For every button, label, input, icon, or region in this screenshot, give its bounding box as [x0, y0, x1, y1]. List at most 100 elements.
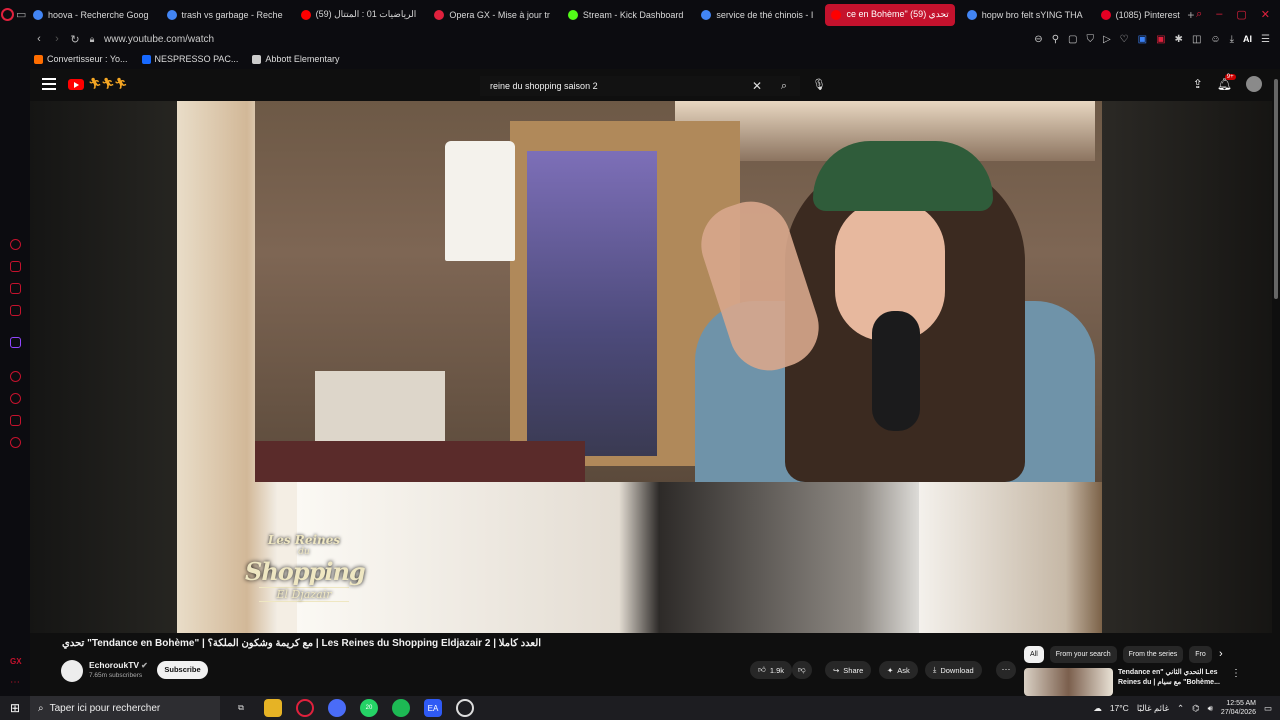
- twitch-icon[interactable]: [10, 337, 21, 348]
- tab-menu-icon[interactable]: ▭: [16, 8, 27, 21]
- package-icon[interactable]: ◫: [1192, 34, 1201, 45]
- search-icon[interactable]: ⌕: [768, 80, 800, 93]
- task-view-icon[interactable]: ⧉: [232, 699, 250, 717]
- gx-corner-icon[interactable]: [10, 261, 21, 272]
- opera-sidebar: GX ⋯: [0, 69, 30, 696]
- browser-tab[interactable]: hopw bro felt sYING THA: [961, 4, 1089, 26]
- browser-tab[interactable]: (1085) Pinterest: [1095, 4, 1186, 26]
- lock-icon[interactable]: 🔒︎: [84, 34, 100, 45]
- play-icon[interactable]: ▷: [1103, 34, 1111, 45]
- file-explorer-icon[interactable]: [264, 699, 282, 717]
- download-icon[interactable]: ⤓: [1230, 34, 1234, 45]
- scrollbar-thumb[interactable]: [1274, 79, 1278, 299]
- browser-tab[interactable]: Stream - Kick Dashboard: [562, 4, 690, 26]
- upload-icon[interactable]: ⇪: [1193, 77, 1203, 91]
- like-button[interactable]: 👍︎ 1.9k: [750, 661, 793, 679]
- heart-icon[interactable]: ♡: [1120, 34, 1129, 45]
- weather-icon[interactable]: ☁: [1093, 703, 1102, 714]
- share-button[interactable]: ↪ Share: [825, 661, 872, 679]
- taskbar-search[interactable]: ⌕ Taper ici pour rechercher: [30, 696, 220, 720]
- puzzle-icon[interactable]: ✱: [1175, 34, 1183, 45]
- subscribe-button[interactable]: Subscribe: [157, 661, 208, 679]
- messenger-icon[interactable]: [10, 305, 21, 316]
- chip-all[interactable]: All: [1024, 646, 1044, 663]
- recommended-video-title[interactable]: Tendance en" التحدي الثاني Les Reines du…: [1118, 668, 1228, 688]
- bookmark-abbott-elementary[interactable]: Abbott Elementary: [252, 54, 339, 64]
- forward-icon[interactable]: ›: [48, 33, 66, 45]
- ai-button[interactable]: AI: [1243, 34, 1252, 44]
- more-actions-button[interactable]: ⋯: [996, 661, 1016, 679]
- page-scrollbar[interactable]: [1272, 69, 1280, 696]
- browser-tab[interactable]: hoova - Recherche Goog: [27, 4, 155, 26]
- download-button[interactable]: ⤓ Download: [925, 661, 982, 679]
- back-icon[interactable]: ‹: [30, 33, 48, 45]
- shield-icon[interactable]: ⛉: [1086, 34, 1094, 45]
- ea-app-icon[interactable]: EA: [424, 699, 442, 717]
- player-icon[interactable]: [10, 283, 21, 294]
- hamburger-menu-icon[interactable]: [42, 78, 56, 90]
- video-blur-left: [30, 101, 177, 633]
- browser-tab[interactable]: service de thé chinois - I: [695, 4, 819, 26]
- settings-icon[interactable]: [10, 437, 21, 448]
- cube-icon[interactable]: [10, 415, 21, 426]
- menu-icon[interactable]: ☰: [1261, 34, 1270, 45]
- account-avatar[interactable]: [1246, 76, 1262, 92]
- channel-name[interactable]: EchoroukTV ✔: [89, 660, 148, 670]
- microphone-icon[interactable]: 🎙︎: [812, 78, 826, 91]
- volume-icon[interactable]: 🔊︎: [1208, 703, 1213, 714]
- browser-tab[interactable]: الرياضيات 01 : المتتال (59): [295, 4, 423, 26]
- recommended-video-menu-icon[interactable]: ⋮: [1231, 668, 1241, 679]
- chip-from-channel[interactable]: Fro: [1189, 646, 1212, 663]
- windows-start-icon[interactable]: ⊞: [0, 701, 30, 715]
- url-field[interactable]: www.youtube.com/watch: [104, 34, 214, 45]
- tv-extension-icon[interactable]: ▣: [1156, 34, 1165, 45]
- dislike-button[interactable]: 👎︎: [792, 661, 812, 679]
- bookmark-convertisseur[interactable]: Convertisseur : Yo...: [34, 54, 128, 64]
- youtube-doodle-icon[interactable]: 🏃︎🏃︎🏃︎: [88, 77, 128, 90]
- chip-from-your-search[interactable]: From your search: [1049, 646, 1117, 663]
- chevron-right-icon[interactable]: ›: [1219, 648, 1223, 660]
- youtube-logo-icon[interactable]: [68, 79, 84, 90]
- profile-icon[interactable]: ☺: [1210, 34, 1220, 45]
- share-icon: ↪: [833, 665, 840, 675]
- browser-tab[interactable]: ce en Bohème" تحدي (59): [825, 3, 955, 26]
- history-icon[interactable]: [10, 371, 21, 382]
- chip-from-the-series[interactable]: From the series: [1122, 646, 1184, 663]
- browser-tab[interactable]: trash vs garbage - Reche: [161, 4, 289, 26]
- browser-tab[interactable]: Opera GX - Mise à jour tr: [428, 4, 556, 26]
- notification-center-icon[interactable]: ▭: [1264, 703, 1272, 714]
- opera-gx-taskbar-icon[interactable]: [296, 699, 314, 717]
- reload-icon[interactable]: ↻: [66, 33, 84, 46]
- chrome-taskbar-icon[interactable]: [456, 699, 474, 717]
- extension-icon[interactable]: ▣: [1138, 34, 1147, 45]
- snapshot-icon[interactable]: ▢: [1068, 34, 1077, 45]
- tab-label: Stream - Kick Dashboard: [582, 9, 684, 20]
- tray-chevron-icon[interactable]: ⌃: [1177, 703, 1184, 714]
- ask-button[interactable]: ✦ Ask: [879, 661, 918, 679]
- opera-gx-logo-icon[interactable]: [0, 0, 16, 29]
- clock-icon[interactable]: [10, 393, 21, 404]
- recommended-video-thumbnail[interactable]: [1024, 668, 1113, 696]
- clock[interactable]: 12:55 AM 27/04/2026: [1221, 699, 1256, 717]
- sidebar-more-icon[interactable]: ⋯: [10, 677, 21, 688]
- minimize-icon[interactable]: –: [1216, 8, 1222, 21]
- network-icon[interactable]: ⌬: [1192, 703, 1199, 714]
- notifications-bell-icon[interactable]: 🔔︎ 9+: [1217, 74, 1236, 91]
- zoom-icon[interactable]: ⊖: [1034, 34, 1042, 45]
- channel-avatar[interactable]: [61, 660, 83, 682]
- spotify-taskbar-icon[interactable]: [392, 699, 410, 717]
- maximize-icon[interactable]: ▢: [1236, 8, 1246, 21]
- pin-icon[interactable]: ⚲: [1052, 34, 1059, 45]
- video-player[interactable]: Les Reines du Shopping El Djazair: [30, 101, 1272, 633]
- close-window-icon[interactable]: ✕: [1261, 8, 1270, 21]
- new-tab-icon[interactable]: +: [1186, 8, 1196, 22]
- gx-small-logo-icon[interactable]: GX: [10, 657, 22, 668]
- search-tabs-icon[interactable]: ⌕: [1196, 8, 1202, 21]
- address-bar: ‹ › ↻ 🔒︎ www.youtube.com/watch ⊖ ⚲ ▢ ⛉ ▷…: [0, 29, 1280, 49]
- clear-search-icon[interactable]: ✕: [746, 79, 768, 93]
- bookmark-nespresso[interactable]: NESPRESSO PAC...: [141, 54, 238, 64]
- messenger-taskbar-icon[interactable]: [328, 699, 346, 717]
- whatsapp-taskbar-icon[interactable]: 20: [360, 699, 378, 717]
- search-input[interactable]: [480, 81, 746, 91]
- gx-control-icon[interactable]: [10, 239, 21, 250]
